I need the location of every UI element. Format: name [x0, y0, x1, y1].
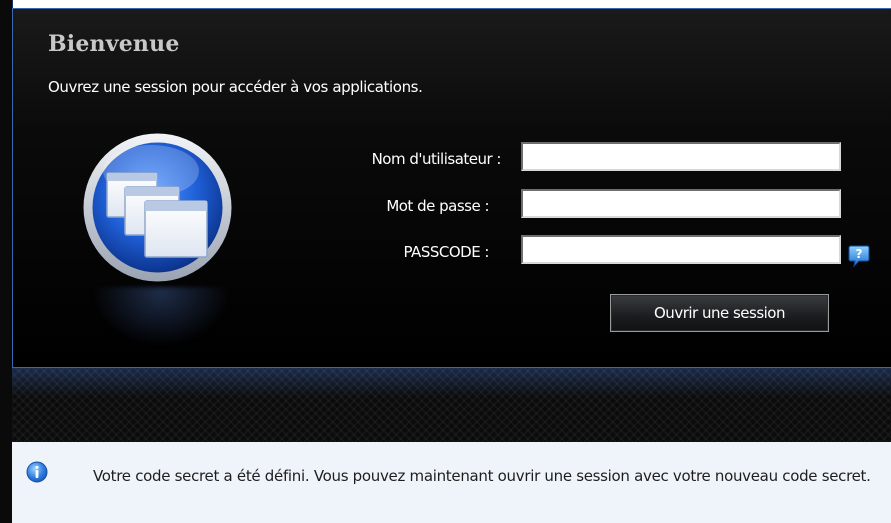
open-session-button[interactable]: Ouvrir une session: [610, 294, 829, 332]
login-panel: Bienvenue Ouvrez une session pour accéde…: [12, 8, 891, 368]
username-input[interactable]: [521, 142, 841, 171]
password-label: Mot de passe :: [386, 197, 489, 215]
username-label: Nom d'utilisateur :: [371, 150, 502, 168]
icon-reflection: [91, 287, 231, 347]
applications-windows-icon: [83, 133, 232, 282]
login-page: Bienvenue Ouvrez une session pour accéde…: [0, 0, 891, 523]
info-message-text: Votre code secret a été défini. Vous pou…: [93, 467, 871, 485]
textured-divider-band: [12, 368, 891, 442]
info-icon: [26, 461, 48, 483]
passcode-label: PASSCODE :: [403, 243, 489, 261]
help-question-icon[interactable]: ?: [848, 244, 870, 268]
password-input[interactable]: [521, 189, 841, 218]
page-title: Bienvenue: [48, 31, 180, 57]
passcode-input[interactable]: [521, 235, 841, 264]
page-subtitle: Ouvrez une session pour accéder à vos ap…: [48, 78, 423, 96]
svg-text:?: ?: [856, 247, 863, 261]
